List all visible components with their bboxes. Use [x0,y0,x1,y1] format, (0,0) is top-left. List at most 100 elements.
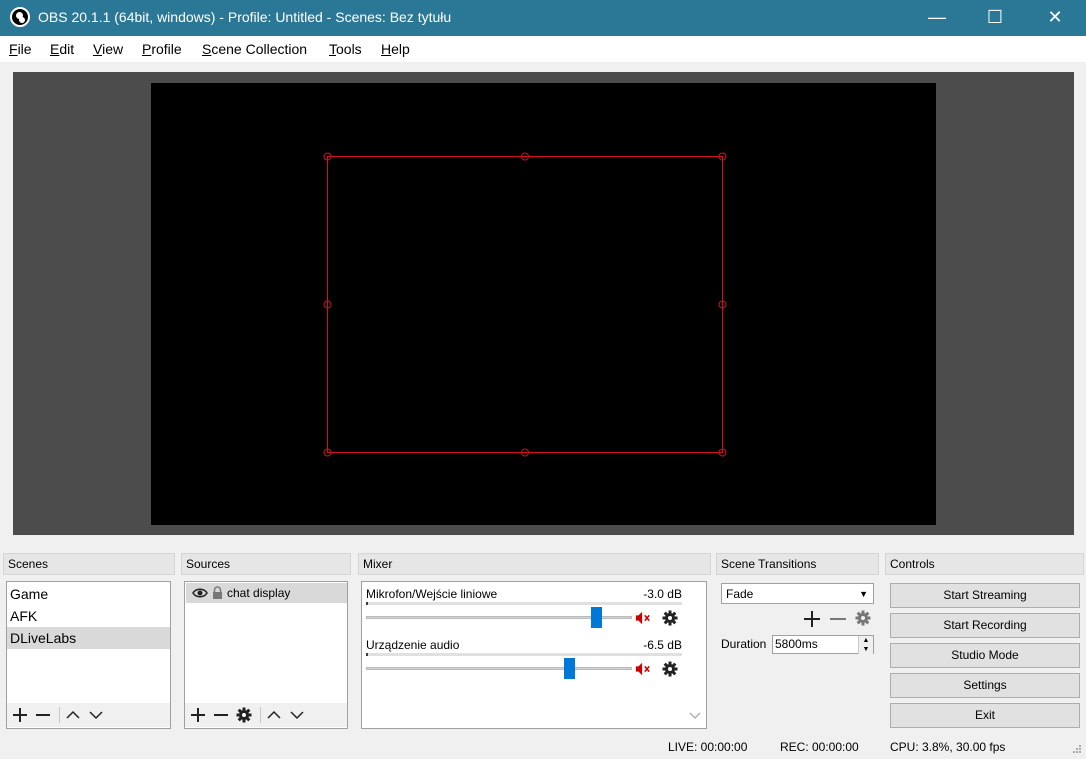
menu-tools[interactable]: Tools [329,41,362,57]
mixer-track-db: -3.0 dB [643,587,682,601]
title-bar: OBS 20.1.1 (64bit, windows) - Profile: U… [0,0,1086,36]
resize-grip-icon[interactable] [1070,744,1082,756]
cpu-fps: CPU: 3.8%, 30.00 fps [890,740,1006,754]
volume-slider-handle[interactable] [564,658,575,679]
volume-meter-fill [366,653,368,656]
mixer-track-name: Urządzenie audio [366,638,460,652]
menu-view-mnemonic: V [93,41,103,57]
start-recording-button[interactable]: Start Recording [890,613,1080,638]
muted-speaker-icon[interactable] [635,661,651,677]
preview-canvas[interactable] [151,83,936,525]
gear-icon[interactable] [662,661,678,677]
menu-scene-collection-mnemonic: S [202,41,212,57]
minimize-button[interactable]: — [908,0,966,36]
maximize-button[interactable]: ☐ [966,0,1024,36]
menu-view[interactable]: View [93,41,123,57]
scenes-toolbar [7,703,170,727]
add-transition-button[interactable] [801,608,823,630]
sources-header: Sources [181,553,351,575]
plus-icon [804,611,820,627]
menu-scene-collection[interactable]: Scene Collection [202,41,307,57]
menu-help[interactable]: Help [381,41,410,57]
source-properties-button[interactable] [233,703,255,727]
remove-scene-button[interactable] [32,703,54,727]
menu-file-mnemonic: F [9,41,18,57]
minus-icon [830,618,846,620]
menu-profile-mnemonic: P [142,41,152,57]
transition-select-value: Fade [726,587,754,601]
remove-transition-button[interactable] [827,608,849,630]
minus-icon [214,714,228,716]
lock-icon[interactable] [212,586,223,600]
sources-toolbar [185,703,347,727]
move-source-down-button[interactable] [286,703,308,727]
gear-icon[interactable] [662,610,678,626]
dropdown-arrow-icon: ▼ [859,589,868,599]
duration-label: Duration [721,637,767,651]
scene-item-dlivelabs[interactable]: DLiveLabs [7,627,170,649]
menu-help-label: elp [391,41,410,57]
menu-tools-mnemonic: T [329,41,336,57]
spin-up-icon[interactable]: ▲ [858,636,873,645]
mixer-header: Mixer [358,553,711,575]
toolbar-separator [260,707,261,723]
scene-item-afk[interactable]: AFK [7,605,170,627]
menu-edit[interactable]: Edit [50,41,74,57]
volume-meter [366,602,682,605]
mixer-track-db: -6.5 dB [643,638,682,652]
close-button[interactable]: ✕ [1026,0,1084,36]
recording-time: REC: 00:00:00 [780,740,859,754]
menu-scene-collection-label: cene Collection [211,41,308,57]
minus-icon [36,714,50,716]
scroll-down-icon[interactable] [688,710,702,722]
volume-slider-track[interactable] [366,667,632,670]
start-streaming-button[interactable]: Start Streaming [890,583,1080,608]
scene-item-game[interactable]: Game [7,583,170,605]
scenes-header: Scenes [3,553,175,575]
transition-properties-button[interactable] [855,610,873,628]
volume-slider-handle[interactable] [591,607,602,628]
volume-meter-fill [366,602,368,605]
menu-file[interactable]: File [9,41,32,57]
chevron-down-icon [290,711,304,720]
duration-value: 5800ms [775,637,818,651]
menu-profile-label: rofile [151,41,182,57]
menu-edit-mnemonic: E [50,41,60,57]
controls-header: Controls [885,553,1084,575]
scene-transitions-header: Scene Transitions [716,553,879,575]
source-label: chat display [227,586,291,600]
gear-icon [236,707,252,723]
studio-mode-button[interactable]: Studio Mode [890,643,1080,668]
chevron-up-icon [66,710,80,719]
muted-speaker-icon[interactable] [635,610,651,626]
menu-view-label: iew [102,41,124,57]
settings-button[interactable]: Settings [890,673,1080,698]
source-item-chat-display[interactable]: chat display [186,583,347,603]
toolbar-separator [59,707,60,723]
menu-profile[interactable]: Profile [142,41,182,57]
exit-button[interactable]: Exit [890,703,1080,728]
menu-bar: File Edit View Profile Scene Collection … [0,36,1086,62]
volume-meter [366,653,682,656]
menu-file-label: ile [17,41,32,57]
move-scene-up-button[interactable] [62,703,84,727]
move-scene-down-button[interactable] [85,703,107,727]
source-selection-box[interactable] [151,83,936,525]
mixer-track-name: Mikrofon/Wejście liniowe [366,587,498,601]
remove-source-button[interactable] [210,703,232,727]
obs-logo-icon [10,7,30,27]
scenes-list[interactable]: Game AFK DLiveLabs [6,581,171,729]
duration-spinbox[interactable]: 5800ms ▲ ▼ [772,635,874,654]
menu-edit-label: dit [59,41,75,57]
move-source-up-button[interactable] [263,703,285,727]
add-scene-button[interactable] [9,703,31,727]
status-bar: LIVE: 00:00:00 REC: 00:00:00 CPU: 3.8%, … [0,735,1086,759]
eye-icon[interactable] [192,586,208,600]
add-source-button[interactable] [187,703,209,727]
mixer-panel: Mikrofon/Wejście liniowe -3.0 dB Urządze… [361,581,707,729]
live-time: LIVE: 00:00:00 [668,740,748,754]
menu-help-mnemonic: H [381,41,392,57]
spin-down-icon[interactable]: ▼ [858,645,873,654]
sources-list[interactable]: chat display [184,581,348,729]
transition-select[interactable]: Fade ▼ [721,583,874,604]
